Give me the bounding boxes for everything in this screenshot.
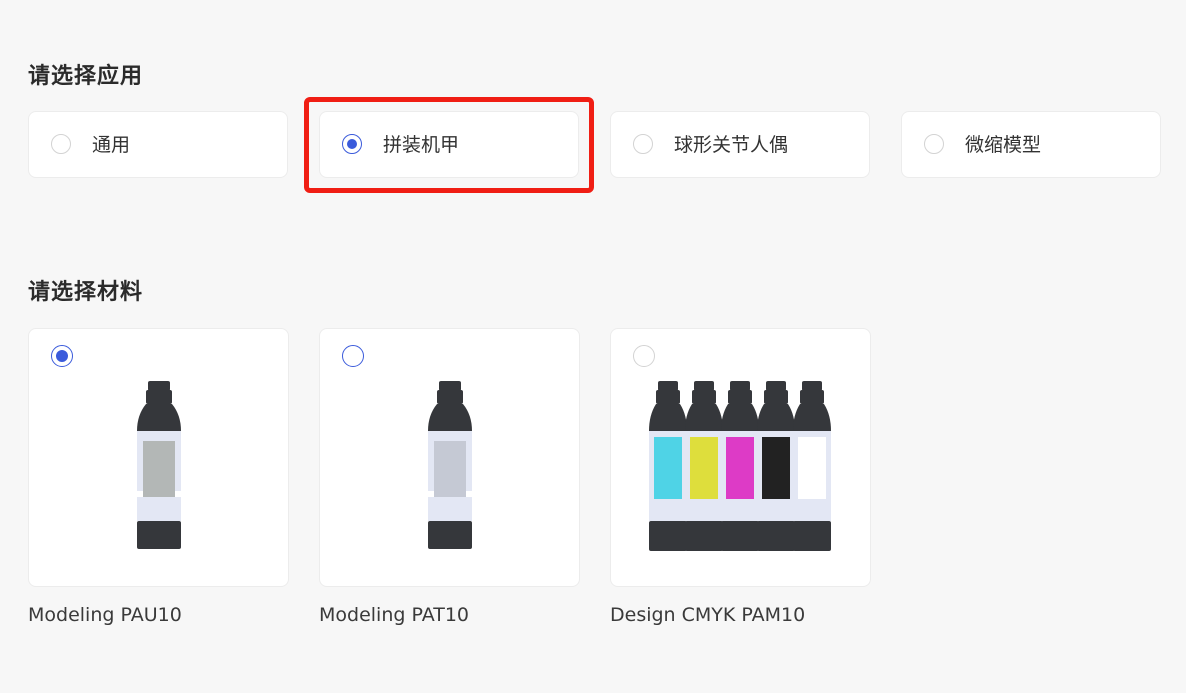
material-name-label: Modeling PAT10: [319, 604, 470, 626]
application-section-title: 请选择应用: [28, 64, 144, 89]
bottle-image: [428, 381, 472, 549]
material-section-title: 请选择材料: [28, 280, 144, 305]
app-option-miniature-model[interactable]: 微缩模型: [901, 111, 1161, 178]
radio-button[interactable]: [633, 345, 655, 367]
radio-button[interactable]: [342, 345, 364, 367]
cmyk-bottles-image: [649, 381, 831, 551]
app-option-ball-joint-doll[interactable]: 球形关节人偶: [610, 111, 870, 178]
material-name-label: Design CMYK PAM10: [610, 604, 806, 626]
radio-button[interactable]: [51, 134, 71, 154]
material-card-pam10[interactable]: [610, 328, 871, 587]
app-option-label: 拼装机甲: [383, 134, 460, 156]
bottle-image: [137, 381, 181, 549]
radio-button-selected[interactable]: [342, 134, 362, 154]
material-card-pau10[interactable]: [28, 328, 289, 587]
radio-button[interactable]: [633, 134, 653, 154]
radio-button[interactable]: [924, 134, 944, 154]
app-option-general[interactable]: 通用: [28, 111, 288, 178]
material-name-label: Modeling PAU10: [28, 604, 182, 626]
app-option-label: 通用: [92, 134, 131, 156]
radio-button-selected[interactable]: [51, 345, 73, 367]
app-option-label: 微缩模型: [965, 134, 1042, 156]
material-card-pat10[interactable]: [319, 328, 580, 587]
app-option-label: 球形关节人偶: [674, 134, 789, 156]
app-option-assembly-mecha[interactable]: 拼装机甲: [319, 111, 579, 178]
